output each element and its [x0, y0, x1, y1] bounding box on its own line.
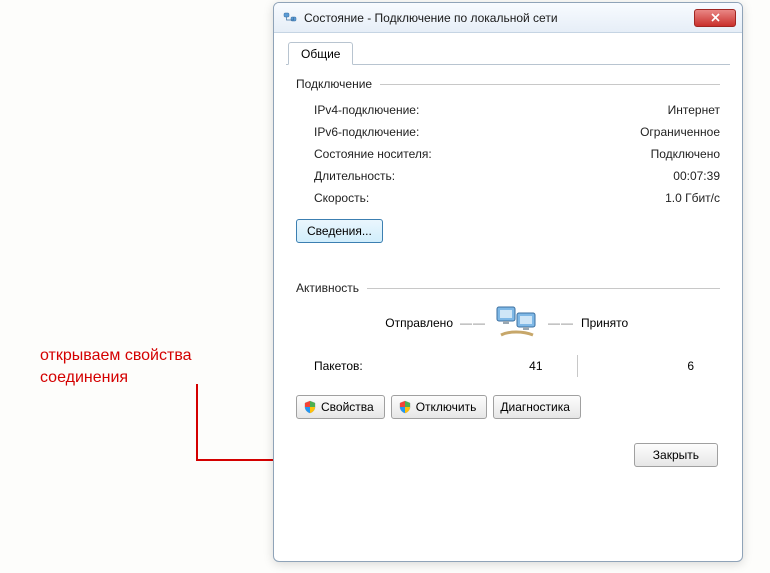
titlebar-network-icon: [282, 10, 298, 26]
close-button[interactable]: Закрыть: [634, 443, 718, 467]
received-label: Принято: [581, 316, 701, 330]
group-connection-title: Подключение: [296, 77, 372, 91]
dialog-body: Общие Подключение IPv4-подключение: Инте…: [274, 33, 742, 477]
value-ipv6: Ограниченное: [640, 125, 720, 139]
disable-button-label: Отключить: [416, 400, 477, 414]
diagnose-button-label: Диагностика: [500, 400, 570, 414]
tab-general[interactable]: Общие: [288, 42, 353, 65]
connection-details-list: IPv4-подключение: Интернет IPv6-подключе…: [296, 99, 720, 209]
label-ipv4: IPv4-подключение:: [314, 103, 419, 117]
received-packets-value: 6: [586, 359, 721, 373]
details-button-label: Сведения...: [307, 224, 372, 238]
activity-body: Отправлено —— ——: [296, 303, 720, 377]
sent-label: Отправлено: [333, 316, 453, 330]
tab-general-label: Общие: [301, 47, 340, 61]
disable-button[interactable]: Отключить: [391, 395, 488, 419]
annotation-text: открываем свойства соединения: [40, 345, 192, 390]
computers-icon: [493, 303, 541, 343]
label-media-state: Состояние носителя:: [314, 147, 432, 161]
group-connection: Подключение IPv4-подключение: Интернет I…: [296, 77, 720, 243]
titlebar: Состояние - Подключение по локальной сет…: [274, 3, 742, 33]
close-button-label: Закрыть: [653, 448, 699, 462]
packets-label: Пакетов:: [314, 359, 434, 373]
row-media-state: Состояние носителя: Подключено: [314, 143, 720, 165]
label-ipv6: IPv6-подключение:: [314, 125, 419, 139]
group-activity: Активность Отправлено ——: [296, 281, 720, 377]
separator: [577, 355, 578, 377]
value-duration: 00:07:39: [673, 169, 720, 183]
close-window-button[interactable]: [694, 9, 736, 27]
row-ipv4: IPv4-подключение: Интернет: [314, 99, 720, 121]
status-dialog: Состояние - Подключение по локальной сет…: [273, 2, 743, 562]
annotation-line2: соединения: [40, 367, 192, 389]
shield-icon: [398, 400, 412, 414]
row-duration: Длительность: 00:07:39: [314, 165, 720, 187]
properties-button[interactable]: Свойства: [296, 395, 385, 419]
diagnose-button[interactable]: Диагностика: [493, 395, 581, 419]
tabs-strip: Общие: [286, 39, 730, 65]
value-media-state: Подключено: [651, 147, 720, 161]
dash: ——: [459, 316, 487, 330]
action-button-row: Свойства Отключить Диагностика: [296, 395, 720, 419]
sent-packets-value: 41: [434, 359, 569, 373]
label-duration: Длительность:: [314, 169, 395, 183]
annotation-line1: открываем свойства: [40, 345, 192, 367]
activity-flow-row: Отправлено —— ——: [314, 303, 720, 343]
group-activity-title: Активность: [296, 281, 359, 295]
group-connection-header: Подключение: [296, 77, 720, 91]
divider: [380, 84, 720, 85]
activity-packets-row: Пакетов: 41 6: [314, 355, 720, 377]
row-speed: Скорость: 1.0 Гбит/с: [314, 187, 720, 209]
dash: ——: [547, 316, 575, 330]
label-speed: Скорость:: [314, 191, 369, 205]
divider: [367, 288, 720, 289]
row-ipv6: IPv6-подключение: Ограниченное: [314, 121, 720, 143]
value-ipv4: Интернет: [668, 103, 720, 117]
close-icon: [711, 13, 720, 22]
value-speed: 1.0 Гбит/с: [665, 191, 720, 205]
shield-icon: [303, 400, 317, 414]
group-activity-header: Активность: [296, 281, 720, 295]
dialog-footer: Закрыть: [286, 443, 730, 467]
window-title: Состояние - Подключение по локальной сет…: [304, 11, 558, 25]
details-button[interactable]: Сведения...: [296, 219, 383, 243]
properties-button-label: Свойства: [321, 400, 374, 414]
